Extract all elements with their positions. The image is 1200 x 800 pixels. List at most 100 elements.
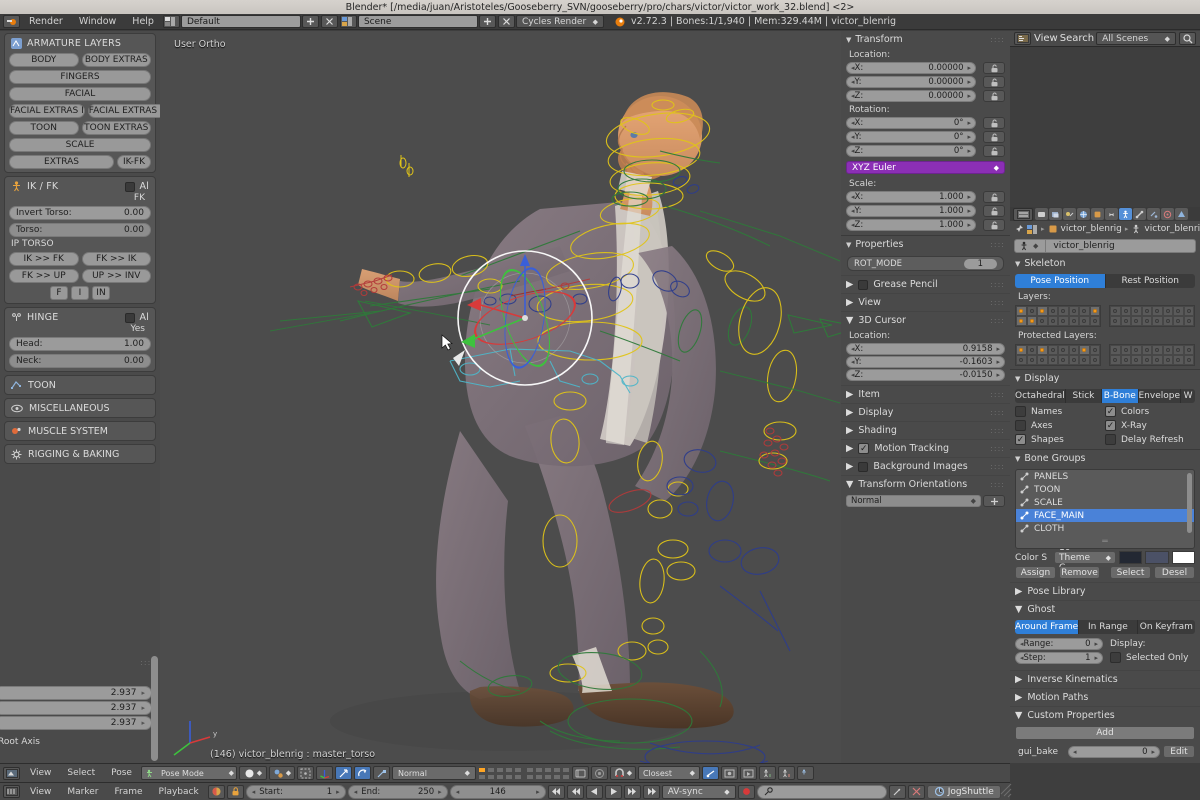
- layer-cell[interactable]: [1162, 345, 1173, 355]
- layers-left-grid[interactable]: [1015, 305, 1101, 327]
- ghost-step-field[interactable]: ◂ Step: 1 ▸: [1015, 652, 1103, 664]
- rotation-x-lock-button[interactable]: [983, 117, 1005, 129]
- layer-cell[interactable]: [1120, 316, 1131, 326]
- prev-keyframe-icon[interactable]: [566, 784, 584, 799]
- motion-tracking-checkbox[interactable]: ✓: [858, 443, 870, 454]
- list-item[interactable]: SCALE: [1016, 496, 1194, 509]
- layer-cell[interactable]: [1110, 316, 1121, 326]
- layer-cell[interactable]: [1037, 306, 1048, 316]
- location-z-field[interactable]: ◂ Z: 0.00000 ▸: [846, 90, 976, 102]
- rest-position-button[interactable]: Rest Position: [1105, 274, 1195, 288]
- layer-cell[interactable]: [1037, 345, 1048, 355]
- cursor-x-field[interactable]: ◂ X: 0.9158 ▸: [846, 343, 1005, 355]
- timeline-menu-marker[interactable]: Marker: [60, 787, 105, 797]
- tab-render-layers[interactable]: [1049, 208, 1062, 220]
- insert-keyframe-icon[interactable]: [888, 784, 906, 799]
- delete-scene-icon[interactable]: [497, 15, 515, 28]
- select-button[interactable]: Select: [1110, 566, 1151, 579]
- pivot-point-select[interactable]: ◆: [268, 766, 295, 780]
- breadcrumb-object-name[interactable]: victor_blenrig: [1061, 224, 1122, 234]
- transform-orientation-footer-select[interactable]: Normal ◆: [391, 766, 476, 780]
- panel-grip-icon[interactable]: ::::: [990, 444, 1005, 453]
- layer-cell[interactable]: [1068, 355, 1079, 365]
- remove-button[interactable]: Remove: [1059, 566, 1100, 579]
- bone-groups-scrollbar[interactable]: [1187, 473, 1192, 533]
- display-mode-wire[interactable]: W: [1181, 389, 1195, 403]
- layer-cell[interactable]: [1068, 316, 1079, 326]
- axes-checkbox[interactable]: [1015, 420, 1026, 431]
- layer-button-toon-extras[interactable]: TOON EXTRAS: [81, 121, 151, 135]
- layer-cell[interactable]: [1141, 355, 1152, 365]
- list-item[interactable]: TOON: [1016, 483, 1194, 496]
- paste-pose-icon[interactable]: [777, 766, 795, 780]
- scene-layers-grid[interactable]: [477, 766, 570, 780]
- layer-button-facial[interactable]: FACIAL: [9, 87, 151, 101]
- footer-menu-view[interactable]: View: [23, 768, 58, 778]
- layer-cell[interactable]: [1152, 316, 1163, 326]
- layer-cell[interactable]: [1079, 355, 1090, 365]
- transform-section-header[interactable]: ▼ Transform ::::: [841, 31, 1010, 48]
- end-frame-field[interactable]: ◂ End: 250 ▸: [347, 784, 448, 799]
- location-y-field[interactable]: ◂ Y: 0.00000 ▸: [846, 76, 976, 88]
- breadcrumb-armature-name[interactable]: victor_blenrig: [1144, 224, 1200, 234]
- check-delay-refresh[interactable]: Delay Refresh: [1105, 433, 1195, 446]
- list-resize-grip[interactable]: ═: [1102, 537, 1107, 547]
- hinge-head-field[interactable]: Head: 1.00: [9, 337, 151, 351]
- layer-cell[interactable]: [1173, 316, 1184, 326]
- rotation-y-lock-button[interactable]: [983, 131, 1005, 143]
- ghost-in-range-button[interactable]: In Range: [1079, 620, 1138, 634]
- layer-cell[interactable]: [1016, 306, 1027, 316]
- menu-help[interactable]: Help: [124, 14, 162, 30]
- pose-position-button[interactable]: Pose Position: [1015, 274, 1106, 288]
- jogshuttle-button[interactable]: JogShuttle: [926, 784, 1001, 799]
- inverse-kinematics-section[interactable]: ▶ Inverse Kinematics: [1010, 670, 1200, 688]
- protected-right-grid[interactable]: [1109, 344, 1195, 366]
- layer-cell[interactable]: [1068, 306, 1079, 316]
- editor-type-icon[interactable]: [1013, 207, 1033, 221]
- scale-y-lock-button[interactable]: [983, 205, 1005, 217]
- location-x-field[interactable]: ◂ X: 0.00000 ▸: [846, 62, 976, 74]
- timeline-menu-view[interactable]: View: [23, 787, 58, 797]
- outliner-tree[interactable]: [1010, 47, 1200, 207]
- root-axis-y-field[interactable]: 2.937 ▸: [0, 701, 152, 715]
- tab-world[interactable]: [1077, 208, 1090, 220]
- ikfk-invert-torso-field[interactable]: Invert Torso: 0.00: [9, 206, 151, 220]
- 3d-viewport[interactable]: y User Ortho (146) victor_blenrig : mast…: [160, 31, 841, 763]
- active-keying-set-field[interactable]: [756, 784, 887, 799]
- assign-button[interactable]: Assign: [1015, 566, 1056, 579]
- layer-cell[interactable]: [1183, 345, 1194, 355]
- ghost-on-keyframes-button[interactable]: On Keyfram: [1137, 620, 1195, 634]
- scale-x-field[interactable]: ◂ X: 1.000 ▸: [846, 191, 976, 203]
- rotation-z-lock-button[interactable]: [983, 145, 1005, 157]
- root-axis-z-field[interactable]: 2.937 ▸: [0, 716, 152, 730]
- snap-magnet-icon[interactable]: ◆: [609, 766, 636, 780]
- button-fk-to-up[interactable]: FK >> UP: [9, 269, 79, 283]
- layer-cell[interactable]: [1037, 355, 1048, 365]
- layer-cell[interactable]: [1079, 306, 1090, 316]
- layer-cell[interactable]: [1089, 316, 1100, 326]
- rotation-y-field[interactable]: ◂ Y: 0° ▸: [846, 131, 976, 143]
- skeleton-section-header[interactable]: ▼ Skeleton: [1010, 255, 1200, 272]
- item-section[interactable]: ▶ Item ::::: [841, 385, 1010, 403]
- tab-object-data[interactable]: [1175, 208, 1188, 220]
- bone-groups-list[interactable]: PANELS TOON SCALE FACE_MAIN CLOTH ═: [1015, 469, 1195, 549]
- ikfk-torso-field[interactable]: Torso: 0.00: [9, 223, 151, 237]
- layer-cell[interactable]: [1026, 306, 1037, 316]
- auto-keying-icon[interactable]: [207, 784, 225, 799]
- outliner-menu-search[interactable]: Search: [1060, 33, 1094, 44]
- sync-mode-select[interactable]: AV-sync ◆: [661, 784, 736, 799]
- panel-grip-icon[interactable]: ::::: [990, 298, 1005, 307]
- display-mode-envelope[interactable]: Envelope: [1138, 389, 1182, 403]
- hinge-neck-field[interactable]: Neck: 0.00: [9, 354, 151, 368]
- jump-to-start-icon[interactable]: [547, 784, 565, 799]
- panel-muscle-system[interactable]: MUSCLE SYSTEM: [4, 421, 156, 441]
- layer-button-ik-fk[interactable]: IK-FK: [117, 155, 151, 169]
- ikfk-all-toggle[interactable]: [125, 181, 136, 192]
- render-engine-select[interactable]: Cycles Render ◆: [515, 15, 604, 28]
- transform-orientation-select[interactable]: Normal ◆: [846, 495, 981, 507]
- 3d-cursor-section-header[interactable]: ▼ 3D Cursor ::::: [841, 311, 1010, 329]
- panel-grip-icon[interactable]: ::::: [990, 408, 1005, 417]
- play-reverse-icon[interactable]: [585, 784, 603, 799]
- layer-cell[interactable]: [1162, 355, 1173, 365]
- rot-mode-property[interactable]: ROT_MODE 1: [847, 256, 1004, 271]
